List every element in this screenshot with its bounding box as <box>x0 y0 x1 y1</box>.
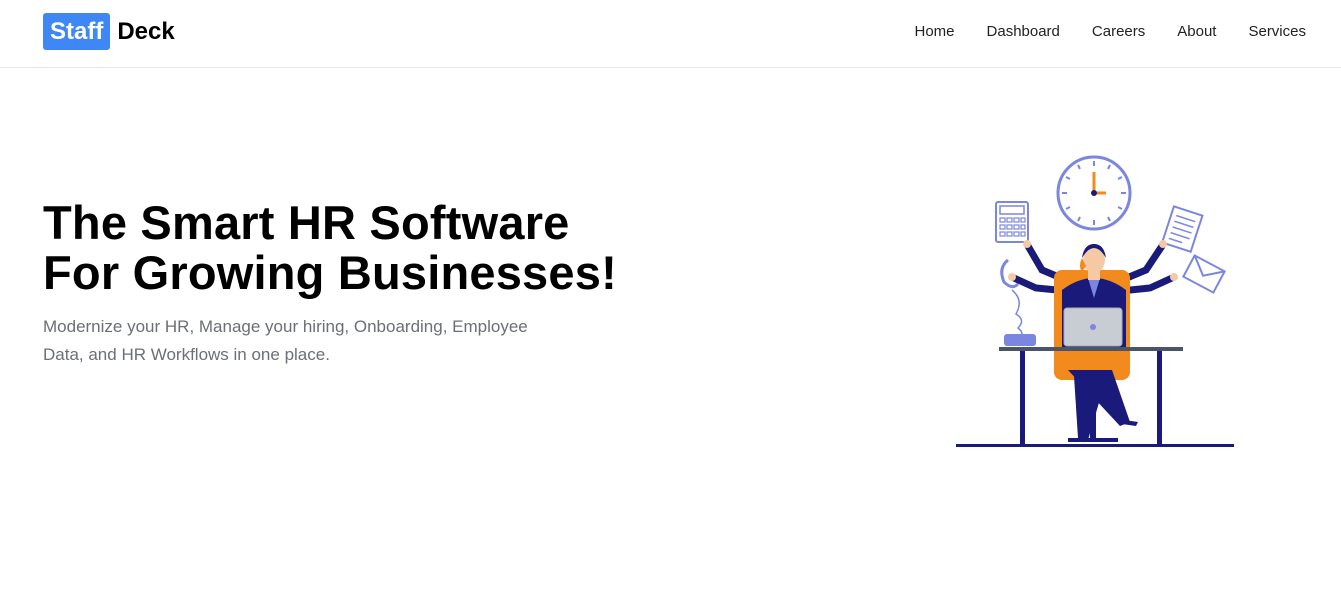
calculator-icon <box>995 201 1029 243</box>
telephone-icon <box>1000 258 1036 346</box>
hero-title: The Smart HR Software For Growing Busine… <box>43 198 617 298</box>
logo-text: Deck <box>117 18 175 45</box>
hero-title-line-1: The Smart HR Software <box>43 196 570 249</box>
nav-link-careers[interactable]: Careers <box>1092 22 1145 42</box>
logo-badge: Staff <box>43 13 111 50</box>
envelope-icon <box>1182 254 1226 294</box>
document-icon <box>1160 205 1204 254</box>
nav-link-home[interactable]: Home <box>915 22 955 42</box>
top-navbar: Staff Deck Home Dashboard Careers About … <box>0 0 1341 68</box>
hero-subtitle-line-2: Data, and HR Workflows in one place. <box>43 345 330 364</box>
hero-title-line-2: For Growing Businesses! <box>43 246 617 299</box>
nav-link-dashboard[interactable]: Dashboard <box>987 22 1060 42</box>
main-nav: Home Dashboard Careers About Services <box>883 22 1307 42</box>
hr-multitasking-illustration <box>956 155 1234 447</box>
nav-link-about[interactable]: About <box>1177 22 1216 42</box>
clock-icon <box>1056 155 1132 231</box>
site-logo[interactable]: Staff Deck <box>43 13 175 50</box>
hero-subtitle: Modernize your HR, Manage your hiring, O… <box>43 313 643 369</box>
hero-subtitle-line-1: Modernize your HR, Manage your hiring, O… <box>43 317 528 336</box>
nav-link-services[interactable]: Services <box>1248 22 1306 42</box>
laptop-icon <box>1063 307 1123 347</box>
